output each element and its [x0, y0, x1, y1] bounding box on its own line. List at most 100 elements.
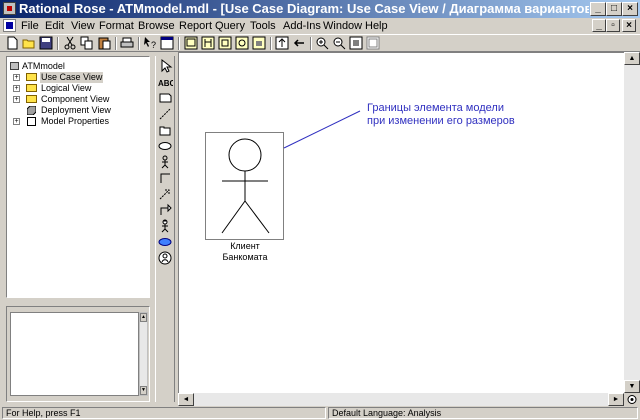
zoom-in-icon[interactable]: [315, 36, 329, 50]
browser-tree[interactable]: ATMmodel + Use Case View + Logical View …: [6, 56, 150, 298]
properties-icon: [27, 117, 36, 126]
tree-item-label: Use Case View: [40, 72, 104, 83]
business-use-case-icon[interactable]: [157, 234, 173, 250]
annotation-line1: Границы элемента модели: [367, 102, 504, 114]
browse-class-diagram-icon[interactable]: [184, 36, 198, 50]
browse-state-diagram-icon[interactable]: [235, 36, 249, 50]
tree-item-label: Logical View: [41, 83, 92, 93]
package-icon[interactable]: [157, 122, 173, 138]
text-box-icon[interactable]: ABC: [157, 74, 173, 90]
window-title: Rational Rose - ATMmodel.mdl - [Use Case…: [19, 1, 589, 16]
status-bar: For Help, press F1 Default Language: Ana…: [0, 406, 640, 420]
cut-icon[interactable]: [63, 36, 77, 50]
business-actor-icon[interactable]: [157, 218, 173, 234]
browse-component-diagram-icon[interactable]: [218, 36, 232, 50]
status-language: Default Language: Analysis: [328, 407, 638, 419]
model-icon: [10, 62, 19, 70]
pointer-icon[interactable]: [157, 58, 173, 74]
overview-button[interactable]: [624, 393, 640, 406]
diagram-canvas[interactable]: Клиент Банкомата Границы элемента модели…: [178, 52, 624, 393]
horizontal-scrollbar[interactable]: ◄ ►: [178, 393, 624, 406]
context-help-icon[interactable]: ?: [143, 36, 157, 50]
folder-icon: [26, 73, 37, 81]
scroll-down-button[interactable]: ▼: [140, 386, 147, 395]
menu-tools[interactable]: Tools: [250, 19, 276, 33]
expand-toggle[interactable]: +: [13, 85, 20, 92]
actor-head: [228, 138, 262, 172]
actor-icon[interactable]: [157, 154, 173, 170]
annotation-line: [283, 110, 361, 149]
expand-toggle[interactable]: +: [13, 118, 20, 125]
menu-bar: File Edit View Format Browse Report Quer…: [0, 18, 640, 34]
menu-edit[interactable]: Edit: [45, 19, 64, 33]
unidirectional-association-icon[interactable]: [157, 170, 173, 186]
vertical-scrollbar[interactable]: ▲ ▼: [624, 52, 640, 393]
tree-item-label: Model Properties: [41, 116, 110, 126]
mdi-restore-button[interactable]: ▫: [606, 19, 620, 32]
browse-deployment-diagram-icon[interactable]: [252, 36, 266, 50]
menu-add-ins[interactable]: Add-Ins: [283, 19, 321, 33]
standard-toolbar: ?: [0, 34, 640, 52]
menu-help[interactable]: Help: [365, 19, 388, 33]
scroll-left-button[interactable]: ◄: [178, 393, 194, 406]
zoom-out-icon[interactable]: [332, 36, 346, 50]
browse-parent-icon[interactable]: [275, 36, 289, 50]
documentation-scrollbar[interactable]: ▲ ▼: [139, 312, 148, 396]
folder-icon: [26, 84, 37, 92]
svg-text:ABC: ABC: [158, 79, 173, 88]
pane-splitter[interactable]: [6, 298, 150, 304]
anchor-note-icon[interactable]: [157, 106, 173, 122]
maximize-button[interactable]: □: [606, 2, 622, 16]
annotation-line2: при изменении его размеров: [367, 115, 515, 127]
print-icon[interactable]: [120, 36, 134, 50]
minimize-button[interactable]: _: [590, 2, 606, 16]
dependency-icon[interactable]: [157, 186, 173, 202]
fit-in-window-icon[interactable]: [349, 36, 363, 50]
close-button[interactable]: ×: [622, 2, 638, 16]
mdi-minimize-button[interactable]: _: [592, 19, 606, 32]
menu-file[interactable]: File: [21, 19, 39, 33]
documentation-text[interactable]: [10, 312, 139, 396]
menu-format[interactable]: Format: [99, 19, 134, 33]
menu-report[interactable]: Report: [179, 19, 212, 33]
browse-interaction-diagram-icon[interactable]: [201, 36, 215, 50]
actor-right-leg: [244, 200, 270, 234]
view-documentation-icon[interactable]: [160, 36, 174, 50]
new-icon[interactable]: [5, 36, 19, 50]
title-bar[interactable]: Rational Rose - ATMmodel.mdl - [Use Case…: [0, 0, 640, 18]
menu-window[interactable]: Window: [323, 19, 362, 33]
note-icon[interactable]: [157, 90, 173, 106]
actor-figure[interactable]: [221, 138, 270, 234]
status-help-text: For Help, press F1: [2, 407, 326, 419]
undo-fit-in-window-icon[interactable]: [366, 36, 380, 50]
paste-icon[interactable]: [97, 36, 111, 50]
tree-item-label: Component View: [41, 94, 110, 104]
scroll-up-button[interactable]: ▲: [624, 52, 640, 65]
business-worker-icon[interactable]: [157, 250, 173, 266]
documentation-window: ▲ ▼: [6, 306, 150, 402]
menu-view[interactable]: View: [71, 19, 95, 33]
scroll-up-button[interactable]: ▲: [140, 313, 147, 322]
deployment-icon: [26, 105, 37, 116]
use-case-icon[interactable]: [157, 138, 173, 154]
mdi-close-button[interactable]: ×: [622, 19, 636, 32]
tree-root-label: ATMmodel: [22, 61, 65, 71]
scroll-right-button[interactable]: ►: [608, 393, 624, 406]
open-icon[interactable]: [22, 36, 36, 50]
menu-query[interactable]: Query: [215, 19, 245, 33]
actor-left-leg: [221, 200, 246, 234]
folder-icon: [26, 95, 37, 103]
expand-toggle[interactable]: +: [13, 74, 20, 81]
scroll-down-button[interactable]: ▼: [624, 380, 640, 393]
document-icon[interactable]: [3, 19, 16, 32]
copy-icon[interactable]: [80, 36, 94, 50]
browse-previous-diagram-icon[interactable]: [292, 36, 306, 50]
expand-toggle[interactable]: +: [13, 96, 20, 103]
menu-browse[interactable]: Browse: [138, 19, 175, 33]
actor-label-line1: Клиент: [230, 241, 260, 251]
svg-text:?: ?: [151, 40, 156, 50]
app-icon[interactable]: [3, 2, 16, 15]
generalization-icon[interactable]: [157, 202, 173, 218]
tree-item-label: Deployment View: [41, 105, 111, 115]
save-icon[interactable]: [39, 36, 53, 50]
